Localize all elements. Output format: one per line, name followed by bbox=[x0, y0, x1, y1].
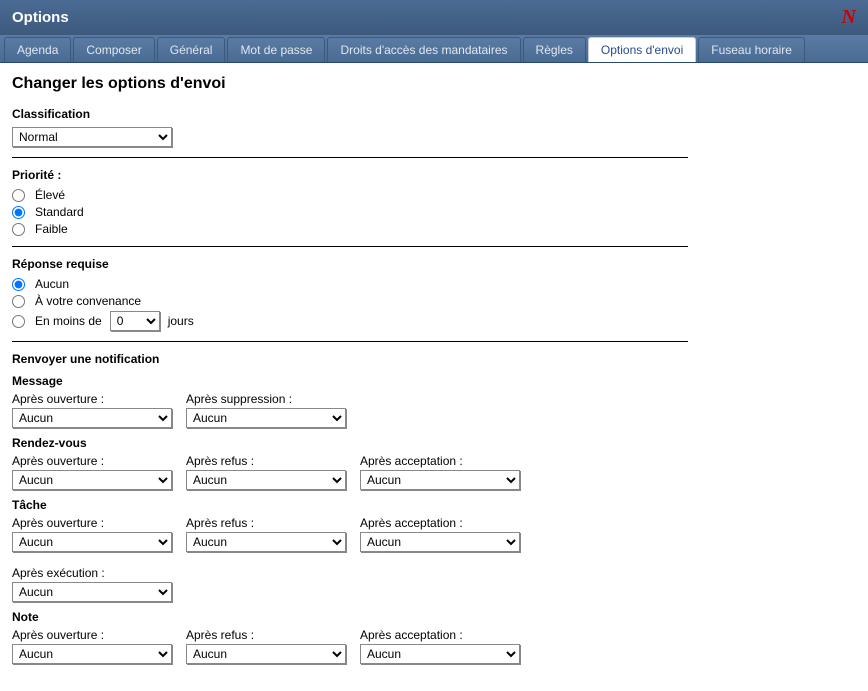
task-decline-label: Après refus : bbox=[186, 516, 346, 530]
note-decline-label: Après refus : bbox=[186, 628, 346, 642]
priority-low-radio[interactable] bbox=[12, 223, 25, 236]
task-accept-label: Après acceptation : bbox=[360, 516, 520, 530]
notify-label: Renvoyer une notification bbox=[12, 352, 688, 366]
tab-general[interactable]: Général bbox=[157, 37, 226, 62]
tab-timezone[interactable]: Fuseau horaire bbox=[698, 37, 805, 62]
notify-message-label: Message bbox=[12, 374, 688, 388]
tab-password[interactable]: Mot de passe bbox=[227, 37, 325, 62]
classification-select[interactable]: Normal bbox=[12, 127, 172, 147]
appt-accept-label: Après acceptation : bbox=[360, 454, 520, 468]
appt-decline-select[interactable]: Aucun bbox=[186, 470, 346, 490]
reply-convenient-radio[interactable] bbox=[12, 295, 25, 308]
appt-accept-select[interactable]: Aucun bbox=[360, 470, 520, 490]
divider bbox=[12, 341, 688, 342]
titlebar: Options N bbox=[0, 0, 868, 35]
tab-send-options[interactable]: Options d'envoi bbox=[588, 37, 696, 62]
reply-days-select[interactable]: 0 bbox=[110, 311, 160, 331]
appt-open-label: Après ouverture : bbox=[12, 454, 172, 468]
message-open-label: Après ouverture : bbox=[12, 392, 172, 406]
task-open-label: Après ouverture : bbox=[12, 516, 172, 530]
content-area: Changer les options d'envoi Classificati… bbox=[0, 63, 700, 664]
priority-high-radio[interactable] bbox=[12, 189, 25, 202]
priority-standard-radio[interactable] bbox=[12, 206, 25, 219]
novell-logo: N bbox=[842, 6, 856, 29]
message-delete-label: Après suppression : bbox=[186, 392, 346, 406]
reply-days-suffix: jours bbox=[168, 314, 194, 328]
reply-convenient-label: À votre convenance bbox=[35, 294, 141, 308]
classification-label: Classification bbox=[12, 107, 688, 121]
notify-task-label: Tâche bbox=[12, 498, 688, 512]
note-decline-select[interactable]: Aucun bbox=[186, 644, 346, 664]
reply-none-label: Aucun bbox=[35, 277, 69, 291]
task-open-select[interactable]: Aucun bbox=[12, 532, 172, 552]
appt-decline-label: Après refus : bbox=[186, 454, 346, 468]
divider bbox=[12, 246, 688, 247]
notify-note-label: Note bbox=[12, 610, 688, 624]
notify-appt-label: Rendez-vous bbox=[12, 436, 688, 450]
tab-agenda[interactable]: Agenda bbox=[4, 37, 71, 62]
task-accept-select[interactable]: Aucun bbox=[360, 532, 520, 552]
priority-low-label: Faible bbox=[35, 222, 68, 236]
tab-proxy-access[interactable]: Droits d'accès des mandataires bbox=[327, 37, 520, 62]
message-open-select[interactable]: Aucun bbox=[12, 408, 172, 428]
appt-open-select[interactable]: Aucun bbox=[12, 470, 172, 490]
priority-label: Priorité : bbox=[12, 168, 688, 182]
task-decline-select[interactable]: Aucun bbox=[186, 532, 346, 552]
reply-within-label: En moins de bbox=[35, 314, 102, 328]
divider bbox=[12, 157, 688, 158]
note-accept-label: Après acceptation : bbox=[360, 628, 520, 642]
reply-label: Réponse requise bbox=[12, 257, 688, 271]
task-complete-label: Après exécution : bbox=[12, 566, 172, 580]
tab-rules[interactable]: Règles bbox=[523, 37, 586, 62]
reply-within-radio[interactable] bbox=[12, 315, 25, 328]
note-open-select[interactable]: Aucun bbox=[12, 644, 172, 664]
page-heading: Changer les options d'envoi bbox=[12, 75, 688, 93]
message-delete-select[interactable]: Aucun bbox=[186, 408, 346, 428]
note-open-label: Après ouverture : bbox=[12, 628, 172, 642]
tab-composer[interactable]: Composer bbox=[73, 37, 154, 62]
priority-standard-label: Standard bbox=[35, 205, 84, 219]
task-complete-select[interactable]: Aucun bbox=[12, 582, 172, 602]
reply-none-radio[interactable] bbox=[12, 278, 25, 291]
tabbar: Agenda Composer Général Mot de passe Dro… bbox=[0, 35, 868, 63]
window-title: Options bbox=[12, 9, 69, 26]
priority-high-label: Élevé bbox=[35, 188, 65, 202]
note-accept-select[interactable]: Aucun bbox=[360, 644, 520, 664]
